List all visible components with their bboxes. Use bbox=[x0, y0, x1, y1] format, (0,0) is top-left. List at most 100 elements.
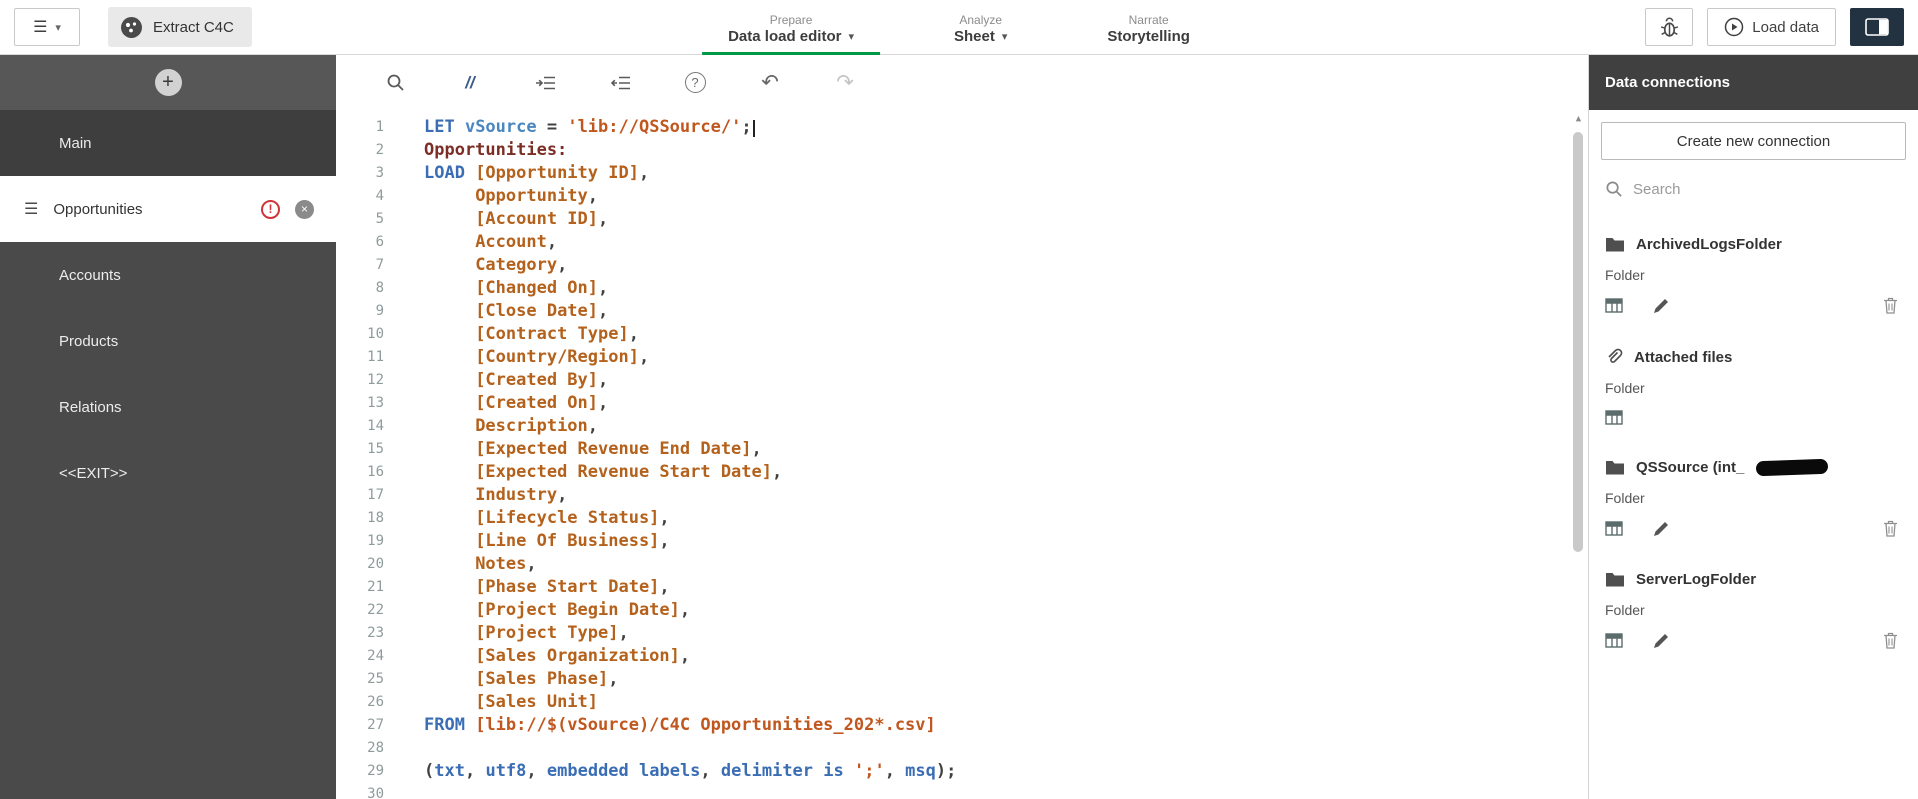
code-line[interactable]: [Contract Type], bbox=[424, 323, 1588, 346]
delete-section-button[interactable]: × bbox=[295, 199, 314, 219]
code-line[interactable]: [Project Type], bbox=[424, 622, 1588, 645]
code-line[interactable]: Account, bbox=[424, 231, 1588, 254]
indent-button[interactable] bbox=[530, 68, 560, 98]
app-menu-button[interactable]: Extract C4C bbox=[108, 7, 252, 47]
tab-narrate[interactable]: Narrate Storytelling bbox=[1081, 0, 1216, 55]
code-line[interactable] bbox=[424, 783, 1588, 799]
delete-connection-button[interactable] bbox=[1883, 520, 1898, 537]
search-icon bbox=[1606, 181, 1622, 197]
select-data-button[interactable] bbox=[1605, 298, 1623, 313]
code-line[interactable]: [Lifecycle Status], bbox=[424, 507, 1588, 530]
line-number: 22 bbox=[367, 602, 384, 618]
outdent-button[interactable] bbox=[605, 68, 635, 98]
code-line[interactable]: LOAD [Opportunity ID], bbox=[424, 162, 1588, 185]
debug-button[interactable] bbox=[1645, 8, 1694, 46]
tab-analyze[interactable]: Analyze Sheet ▾ bbox=[928, 0, 1033, 55]
section-label: Accounts bbox=[59, 266, 121, 284]
sidebar-section-relations[interactable]: Relations bbox=[0, 374, 336, 440]
code-line[interactable]: [Created By], bbox=[424, 369, 1588, 392]
connection-item: Attached files Folder bbox=[1589, 332, 1918, 443]
help-button[interactable]: ? bbox=[680, 68, 710, 98]
select-data-button[interactable] bbox=[1605, 410, 1623, 425]
code-line[interactable]: LET vSource = 'lib://QSSource/'; bbox=[424, 116, 1588, 139]
navigation-menu-button[interactable]: ☰ ▾ bbox=[14, 8, 80, 46]
edit-connection-button[interactable] bbox=[1653, 633, 1669, 649]
undo-button[interactable]: ↶ bbox=[755, 68, 785, 98]
section-drag-icon[interactable]: ☰ bbox=[24, 199, 38, 219]
code-line[interactable]: FROM [lib://$(vSource)/C4C Opportunities… bbox=[424, 714, 1588, 737]
select-data-button[interactable] bbox=[1605, 521, 1623, 536]
select-data-button[interactable] bbox=[1605, 633, 1623, 648]
edit-connection-button[interactable] bbox=[1653, 298, 1669, 314]
code-line[interactable]: [Sales Unit] bbox=[424, 691, 1588, 714]
connection-type-label: Folder bbox=[1605, 267, 1645, 283]
connection-name[interactable]: ArchivedLogsFolder bbox=[1605, 236, 1902, 253]
line-number: 27 bbox=[367, 717, 384, 733]
connection-name[interactable]: Attached files bbox=[1605, 348, 1902, 366]
sidebar-section-main[interactable]: Main bbox=[0, 110, 336, 176]
select-data-icon bbox=[1605, 521, 1623, 536]
tab-prepare[interactable]: Prepare Data load editor ▾ bbox=[702, 0, 880, 55]
code-line[interactable]: [Phase Start Date], bbox=[424, 576, 1588, 599]
code-line[interactable]: [Sales Phase], bbox=[424, 668, 1588, 691]
select-data-icon bbox=[1605, 633, 1623, 648]
code-line[interactable]: Description, bbox=[424, 415, 1588, 438]
chevron-down-icon[interactable]: ▾ bbox=[1002, 27, 1008, 47]
section-label: Opportunities bbox=[53, 200, 143, 218]
code-line[interactable]: [Account ID], bbox=[424, 208, 1588, 231]
line-number: 5 bbox=[375, 211, 384, 227]
sidebar-section-accounts[interactable]: Accounts bbox=[0, 242, 336, 308]
line-number: 1 bbox=[375, 119, 384, 135]
data-load-editor: // ? ↶ ↷ 1 2 3 4 5 6 7 8 9 10 11 12 13 1… bbox=[336, 55, 1588, 799]
code-line[interactable]: [Line Of Business], bbox=[424, 530, 1588, 553]
code-line[interactable]: Industry, bbox=[424, 484, 1588, 507]
chevron-down-icon[interactable]: ▾ bbox=[848, 27, 854, 47]
code-line[interactable]: [Country/Region], bbox=[424, 346, 1588, 369]
code-line[interactable]: [Expected Revenue Start Date], bbox=[424, 461, 1588, 484]
script-code[interactable]: LET vSource = 'lib://QSSource/'; Opportun… bbox=[398, 116, 1588, 799]
code-line[interactable] bbox=[424, 737, 1588, 760]
search-button[interactable] bbox=[380, 68, 410, 98]
delete-connection-button[interactable] bbox=[1883, 632, 1898, 649]
create-connection-button[interactable]: Create new connection bbox=[1601, 122, 1906, 160]
toggle-right-panel-button[interactable] bbox=[1850, 8, 1904, 46]
text-cursor bbox=[752, 120, 755, 137]
line-number: 21 bbox=[367, 579, 384, 595]
connection-name[interactable]: QSSource (int_ bbox=[1605, 458, 1902, 477]
connection-actions bbox=[1605, 520, 1902, 537]
script-editor[interactable]: 1 2 3 4 5 6 7 8 9 10 11 12 13 14 15 16 17 18 19 20 21 22 23 24 2… bbox=[336, 110, 1588, 799]
code-line[interactable]: [Sales Organization], bbox=[424, 645, 1588, 668]
load-data-button[interactable]: Load data bbox=[1707, 8, 1836, 46]
editor-scrollbar[interactable]: ▲ bbox=[1572, 114, 1585, 795]
line-number: 6 bbox=[375, 234, 384, 250]
folder-icon bbox=[1606, 573, 1624, 587]
redo-button[interactable]: ↷ bbox=[830, 68, 860, 98]
code-line[interactable]: [Close Date], bbox=[424, 300, 1588, 323]
line-number: 15 bbox=[367, 441, 384, 457]
sidebar-section-opportunities[interactable]: ☰ Opportunities! × bbox=[0, 176, 336, 242]
search-input[interactable] bbox=[1633, 180, 1902, 198]
edit-connection-button[interactable] bbox=[1653, 521, 1669, 537]
scroll-up-arrow[interactable]: ▲ bbox=[1572, 114, 1585, 124]
code-line[interactable]: [Created On], bbox=[424, 392, 1588, 415]
outdent-icon bbox=[610, 76, 630, 89]
comment-button[interactable]: // bbox=[455, 68, 485, 98]
code-line[interactable]: [Project Begin Date], bbox=[424, 599, 1588, 622]
code-line[interactable]: Notes, bbox=[424, 553, 1588, 576]
add-section-button[interactable]: + bbox=[154, 69, 182, 96]
chevron-down-icon: ▾ bbox=[55, 21, 61, 34]
sidebar-section--exit-[interactable]: <<EXIT>> bbox=[0, 440, 336, 506]
code-line[interactable]: Opportunities: bbox=[424, 139, 1588, 162]
code-line[interactable]: Category, bbox=[424, 254, 1588, 277]
connection-name[interactable]: ServerLogFolder bbox=[1605, 571, 1902, 588]
comment-icon: // bbox=[465, 72, 475, 92]
delete-connection-button[interactable] bbox=[1883, 297, 1898, 314]
code-line[interactable]: [Changed On], bbox=[424, 277, 1588, 300]
code-line[interactable]: (txt, utf8, embedded labels, delimiter i… bbox=[424, 760, 1588, 783]
plus-icon: + bbox=[162, 70, 174, 93]
scrollbar-thumb[interactable] bbox=[1573, 132, 1583, 552]
code-line[interactable]: [Expected Revenue End Date], bbox=[424, 438, 1588, 461]
line-number: 11 bbox=[367, 349, 384, 365]
code-line[interactable]: Opportunity, bbox=[424, 185, 1588, 208]
sidebar-section-products[interactable]: Products bbox=[0, 308, 336, 374]
